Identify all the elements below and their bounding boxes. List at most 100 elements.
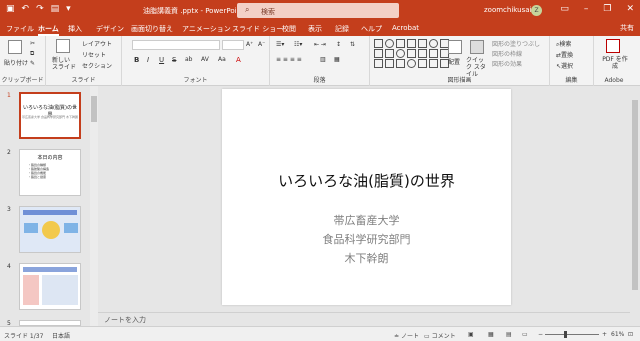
shrink-font-icon[interactable]: A⁻ xyxy=(258,41,265,48)
layout-button[interactable]: レイアウト xyxy=(82,39,112,48)
comments-toggle[interactable]: ▭ コメント xyxy=(424,331,456,340)
tab-view[interactable]: 表示 xyxy=(308,24,322,34)
grow-font-icon[interactable]: A⁺ xyxy=(246,41,253,48)
bullets-icon[interactable]: ☰▾ xyxy=(276,41,284,48)
close-icon[interactable]: ✕ xyxy=(626,4,634,14)
present-icon[interactable]: ▤ xyxy=(51,4,60,14)
reset-button[interactable]: リセット xyxy=(82,50,106,59)
tab-home[interactable]: ホーム xyxy=(38,24,59,36)
paste-icon[interactable] xyxy=(8,40,22,54)
slide-subtitle-line-1[interactable]: 帯広畜産大学 xyxy=(222,212,511,228)
slide-thumb-1[interactable]: いろいろな油(脂質)の世界 帯広畜産大学 食品科学研究部門 木下幹朗 xyxy=(19,92,81,139)
align-icons[interactable]: ≡ ≡ ≡ ≡ xyxy=(276,56,302,63)
tab-help[interactable]: ヘルプ xyxy=(361,24,382,34)
font-name-select[interactable] xyxy=(132,40,220,50)
font-color-button[interactable]: A xyxy=(236,56,241,64)
slide-subtitle-line-3[interactable]: 木下幹朗 xyxy=(222,250,511,266)
thumbnails-scrollbar[interactable] xyxy=(90,86,98,326)
numbering-icon[interactable]: ☷▾ xyxy=(294,41,302,48)
paste-button[interactable]: 貼り付け xyxy=(4,58,28,67)
line-spacing-icon[interactable]: ↕ xyxy=(336,41,341,48)
columns-icon[interactable]: ▥ xyxy=(320,56,326,63)
slide-sorter-icon[interactable]: ▦ xyxy=(488,331,494,338)
redo-icon[interactable]: ↷ xyxy=(36,4,44,14)
tab-file[interactable]: ファイル xyxy=(6,24,34,34)
slide-thumb-4[interactable] xyxy=(19,263,81,310)
format-painter-icon[interactable]: ✎ xyxy=(30,60,35,67)
share-button[interactable]: 共有 xyxy=(620,23,634,33)
new-slide-button[interactable]: 新しい スライド xyxy=(52,57,76,71)
status-bar: スライド 1/37 日本語 ≐ ノート ▭ コメント ▣ ▦ ▤ ▭ − + 6… xyxy=(0,326,640,341)
cut-icon[interactable]: ✂ xyxy=(30,40,35,47)
shapes-gallery[interactable] xyxy=(374,39,450,68)
ribbon-options-icon[interactable]: ▭ xyxy=(560,4,569,14)
char-spacing-button[interactable]: AV xyxy=(201,56,209,63)
zoom-slider[interactable] xyxy=(545,334,599,335)
new-slide-icon[interactable] xyxy=(56,39,70,53)
shape-effects-button[interactable]: 図形の効果 xyxy=(492,59,522,68)
paragraph-group: ☰▾ ☷▾ ⇤ ⇥ ↕ ⇅ ≡ ≡ ≡ ≡ ▥ ▦ 段落 xyxy=(270,36,370,86)
smartart-icon[interactable]: ▦ xyxy=(334,56,340,63)
zoom-out-icon[interactable]: − xyxy=(538,331,543,338)
strikethrough-button[interactable]: S xyxy=(172,56,176,64)
zoom-in-icon[interactable]: + xyxy=(602,331,607,338)
slide-thumb-3[interactable] xyxy=(19,206,81,253)
quick-style-icon[interactable] xyxy=(470,40,484,54)
pdf-icon[interactable] xyxy=(606,39,620,53)
italic-button[interactable]: I xyxy=(147,56,149,64)
slide-thumb-2[interactable]: 本日の内容 ・脂質の種類 ・脂肪酸の構造 ・脂質の機能 ・脂質と健康 xyxy=(19,149,81,196)
slide-subtitle-line-2[interactable]: 食品科学研究部門 xyxy=(222,231,511,247)
tab-record[interactable]: 記録 xyxy=(335,24,349,34)
avatar[interactable]: Z xyxy=(531,5,542,16)
replace-button[interactable]: ⇄置換 xyxy=(556,50,573,59)
reading-view-icon[interactable]: ▤ xyxy=(506,331,512,338)
bold-button[interactable]: B xyxy=(134,56,139,64)
section-button[interactable]: セクション xyxy=(82,61,112,70)
create-pdf-button[interactable]: PDF を作成 xyxy=(601,56,629,70)
notes-toggle[interactable]: ≐ ノート xyxy=(394,331,419,340)
language-status[interactable]: 日本語 xyxy=(52,331,70,340)
thumb-table xyxy=(42,275,78,305)
tab-review[interactable]: 校閲 xyxy=(282,24,296,34)
shape-outline-button[interactable]: 図形の枠線 xyxy=(492,49,522,58)
slides-group: 新しい スライド レイアウト リセット セクション スライド xyxy=(46,36,122,86)
tab-design[interactable]: デザイン xyxy=(96,24,124,34)
search-box[interactable]: ⌕ 検索 xyxy=(237,3,399,18)
search-placeholder: 検索 xyxy=(261,8,275,16)
arrange-button[interactable]: 配置 xyxy=(448,57,460,66)
current-slide[interactable]: いろいろな油(脂質)の世界 帯広畜産大学 食品科学研究部門 木下幹朗 xyxy=(222,89,511,305)
zoom-level[interactable]: 61% xyxy=(611,331,624,338)
font-size-select[interactable] xyxy=(222,40,244,50)
editor-scrollbar[interactable] xyxy=(630,86,640,326)
tab-animations[interactable]: アニメーション xyxy=(182,24,231,34)
copy-icon[interactable]: ⧉ xyxy=(30,50,34,58)
text-direction-icon[interactable]: ⇅ xyxy=(350,41,355,48)
minimize-icon[interactable]: – xyxy=(584,4,589,14)
zoom-slider-knob[interactable] xyxy=(564,331,567,338)
scrollbar-thumb[interactable] xyxy=(632,100,638,290)
change-case-button[interactable]: Aa xyxy=(218,56,226,63)
tab-transitions[interactable]: 画面切り替え xyxy=(131,24,173,34)
tab-acrobat[interactable]: Acrobat xyxy=(392,24,419,32)
undo-icon[interactable]: ↶ xyxy=(22,4,30,14)
slideshow-icon[interactable]: ▭ xyxy=(522,331,528,338)
user-name[interactable]: zoomchikusai xyxy=(484,6,531,14)
maximize-icon[interactable]: ❐ xyxy=(603,4,611,14)
document-title: 油脂講義資 .pptx - PowerPoint xyxy=(143,7,244,15)
fit-to-window-icon[interactable]: ⊡ xyxy=(628,331,633,338)
save-icon[interactable]: ▣ xyxy=(6,4,15,14)
tab-slideshow[interactable]: スライド ショー xyxy=(232,24,283,34)
find-button[interactable]: ⌕検索 xyxy=(556,39,571,49)
arrange-icon[interactable] xyxy=(448,40,462,54)
more-icon[interactable]: ▾ xyxy=(66,4,71,14)
strike-abc-button[interactable]: ab xyxy=(185,56,193,63)
notes-pane[interactable]: ノートを入力 xyxy=(98,312,630,326)
slide-title[interactable]: いろいろな油(脂質)の世界 xyxy=(222,170,511,191)
scrollbar-thumb[interactable] xyxy=(91,96,97,122)
shape-fill-button[interactable]: 図形の塗りつぶし xyxy=(492,39,540,48)
tab-insert[interactable]: 挿入 xyxy=(68,24,82,34)
underline-button[interactable]: U xyxy=(159,56,164,64)
select-button[interactable]: ↖選択 xyxy=(556,61,573,70)
indent-icon[interactable]: ⇤ ⇥ xyxy=(314,41,326,48)
normal-view-icon[interactable]: ▣ xyxy=(468,331,474,338)
